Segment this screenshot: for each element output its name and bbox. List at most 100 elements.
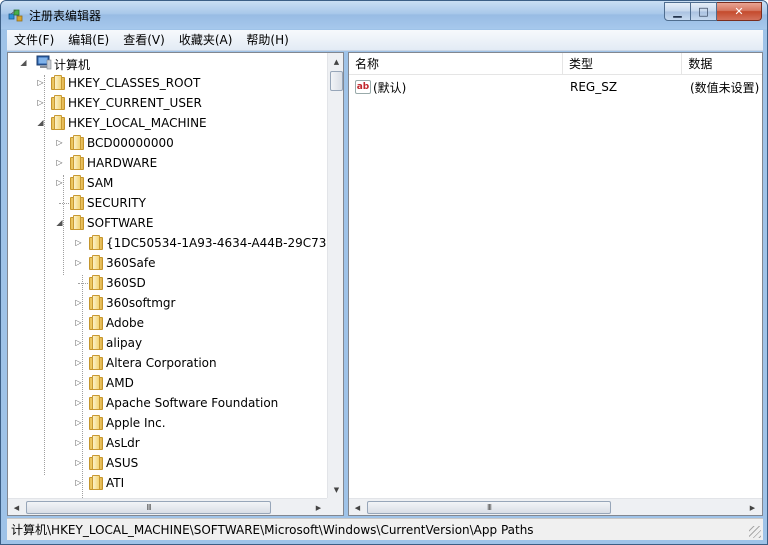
scroll-left-arrow-icon[interactable]: ◀ bbox=[8, 499, 25, 515]
menu-favorites[interactable]: 收藏夹(A) bbox=[172, 31, 240, 50]
column-header-type[interactable]: 类型 bbox=[563, 53, 683, 75]
maximize-button[interactable]: □ bbox=[691, 2, 717, 21]
tree-item[interactable]: ▷ AMD bbox=[8, 373, 326, 393]
tree-item[interactable]: 360SD bbox=[8, 273, 326, 293]
tree-item-expand-icon[interactable]: ▷ bbox=[74, 338, 83, 347]
folder-icon-front bbox=[92, 455, 100, 470]
folder-icon bbox=[89, 395, 103, 411]
tree-item[interactable]: ▷ ATI bbox=[8, 473, 326, 493]
tree-item-label: 360SD bbox=[106, 276, 146, 290]
scroll-grip-icon: III bbox=[146, 503, 151, 512]
scroll-left-arrow-icon[interactable]: ◀ bbox=[349, 499, 366, 515]
column-header-data[interactable]: 数据 bbox=[682, 53, 762, 75]
tree-item[interactable]: ▷ Apple Inc. bbox=[8, 413, 326, 433]
tree-item[interactable]: ◢ SOFTWARE bbox=[8, 213, 326, 233]
tree-item[interactable]: ▷ 360Safe bbox=[8, 253, 326, 273]
resize-grip-icon[interactable] bbox=[749, 526, 761, 538]
horizontal-scroll-thumb[interactable]: III bbox=[26, 501, 271, 514]
tree-item-expand-icon[interactable]: ▷ bbox=[74, 418, 83, 427]
tree-item[interactable]: ▷ Apache Software Foundation bbox=[8, 393, 326, 413]
folder-icon-front bbox=[92, 435, 100, 450]
value-name: (默认) bbox=[373, 80, 407, 95]
tree-item-expand-icon[interactable]: ▷ bbox=[36, 98, 45, 107]
menu-file[interactable]: 文件(F) bbox=[7, 31, 61, 50]
folder-icon bbox=[70, 215, 84, 231]
tree-item-expand-icon[interactable]: ▷ bbox=[55, 138, 64, 147]
minimize-button[interactable]: ▁ bbox=[664, 2, 691, 21]
tree-item-expand-icon[interactable]: ▷ bbox=[74, 378, 83, 387]
tree-item-expand-icon[interactable]: ▷ bbox=[74, 478, 83, 487]
tree-item[interactable]: ◢ HKEY_LOCAL_MACHINE bbox=[8, 113, 326, 133]
tree-item[interactable]: ▷ Altera Corporation bbox=[8, 353, 326, 373]
registry-tree-pane[interactable]: ◢ 计算机 ▷ HKEY_CLASSES_ROOT ▷ HKEY_CURRENT_US… bbox=[7, 52, 344, 516]
scroll-right-arrow-icon[interactable]: ▶ bbox=[310, 499, 327, 515]
tree-item[interactable]: ▷ HKEY_CURRENT_USER bbox=[8, 93, 326, 113]
tree-item-label: SOFTWARE bbox=[87, 216, 154, 230]
folder-icon bbox=[89, 255, 103, 271]
tree-item[interactable]: ▷ SAM bbox=[8, 173, 326, 193]
tree-vertical-scrollbar[interactable]: ▲ ▼ bbox=[327, 53, 343, 498]
folder-icon bbox=[70, 155, 84, 171]
tree-item-expand-icon[interactable]: ▷ bbox=[74, 258, 83, 267]
tree-item-computer[interactable]: ◢ 计算机 bbox=[8, 53, 326, 73]
tree-item-expand-icon[interactable]: ▷ bbox=[74, 458, 83, 467]
tree-item-label: Adobe bbox=[106, 316, 144, 330]
tree-item-expand-icon[interactable]: ▷ bbox=[74, 298, 83, 307]
folder-icon bbox=[89, 375, 103, 391]
tree-item[interactable]: ▷ AsLdr bbox=[8, 433, 326, 453]
tree-item-expand-icon[interactable]: ▷ bbox=[55, 178, 64, 187]
tree-item[interactable]: SECURITY bbox=[8, 193, 326, 213]
menu-help[interactable]: 帮助(H) bbox=[239, 31, 295, 50]
menu-view[interactable]: 查看(V) bbox=[116, 31, 172, 50]
vertical-scroll-thumb[interactable] bbox=[330, 71, 343, 91]
tree-item-expand-icon[interactable]: ▷ bbox=[74, 358, 83, 367]
tree-item[interactable]: ▷ 360softmgr bbox=[8, 293, 326, 313]
tree-item-expand-icon[interactable]: ▷ bbox=[55, 158, 64, 167]
tree-item[interactable]: ▷ ASUS bbox=[8, 453, 326, 473]
tree-item-expand-icon[interactable]: ◢ bbox=[36, 118, 45, 127]
menu-edit[interactable]: 编辑(E) bbox=[61, 31, 116, 50]
folder-icon bbox=[89, 295, 103, 311]
folder-icon-front bbox=[73, 215, 81, 230]
horizontal-scroll-thumb[interactable]: III bbox=[367, 501, 611, 514]
registry-editor-window: 注册表编辑器 ▁ □ ✕ 文件(F) 编辑(E) 查看(V) 收藏夹(A) 帮助… bbox=[0, 0, 768, 545]
folder-icon bbox=[89, 275, 103, 291]
tree-item-expand-icon[interactable]: ◢ bbox=[55, 218, 64, 227]
values-list-pane[interactable]: 名称 类型 数据 ab (默认) REG_SZ (数值未设置) ◀ III ▶ bbox=[348, 52, 763, 516]
list-horizontal-scrollbar[interactable]: ◀ III ▶ bbox=[349, 498, 762, 515]
folder-icon-front bbox=[92, 335, 100, 350]
tree-item[interactable]: ▷ Adobe bbox=[8, 313, 326, 333]
tree-item-label: SAM bbox=[87, 176, 114, 190]
tree-item[interactable]: ▷ alipay bbox=[8, 333, 326, 353]
folder-icon-front bbox=[73, 155, 81, 170]
list-item[interactable]: ab (默认) REG_SZ (数值未设置) bbox=[349, 77, 762, 97]
expand-arrow-icon[interactable]: ◢ bbox=[19, 58, 28, 67]
folder-icon bbox=[89, 335, 103, 351]
tree-item-label: 360Safe bbox=[106, 256, 156, 270]
value-type: REG_SZ bbox=[570, 80, 618, 94]
scroll-grip-icon: III bbox=[486, 503, 492, 512]
tree-item-expand-icon[interactable]: ▷ bbox=[74, 238, 83, 247]
scroll-up-arrow-icon[interactable]: ▲ bbox=[328, 53, 343, 70]
tree-item[interactable]: ▷ HARDWARE bbox=[8, 153, 326, 173]
tree-item[interactable]: ▷ HKEY_CLASSES_ROOT bbox=[8, 73, 326, 93]
folder-icon-front bbox=[92, 415, 100, 430]
tree-item-expand-icon[interactable]: ▷ bbox=[74, 318, 83, 327]
folder-icon-front bbox=[92, 375, 100, 390]
scroll-down-arrow-icon[interactable]: ▼ bbox=[328, 481, 343, 498]
column-header-name[interactable]: 名称 bbox=[349, 53, 563, 75]
tree-item-expand-icon[interactable]: ▷ bbox=[74, 438, 83, 447]
scroll-right-arrow-icon[interactable]: ▶ bbox=[744, 499, 761, 515]
close-button[interactable]: ✕ bbox=[717, 2, 762, 21]
tree-item[interactable]: ▷ {1DC50534-1A93-4634-A44B-29C73F( bbox=[8, 233, 338, 253]
tree-item-label: Apache Software Foundation bbox=[106, 396, 279, 410]
tree-item-expand-icon[interactable]: ▷ bbox=[36, 78, 45, 87]
tree-item-label: HKEY_LOCAL_MACHINE bbox=[68, 116, 207, 130]
tree-item[interactable]: ▷ BCD00000000 bbox=[8, 133, 326, 153]
folder-icon-front bbox=[92, 275, 100, 290]
tree-item-expand-icon[interactable]: ▷ bbox=[74, 398, 83, 407]
title-bar[interactable]: 注册表编辑器 ▁ □ ✕ bbox=[1, 1, 767, 29]
folder-icon bbox=[89, 435, 103, 451]
tree-item-label: ATI bbox=[106, 476, 125, 490]
tree-horizontal-scrollbar[interactable]: ◀ III ▶ bbox=[8, 498, 343, 515]
